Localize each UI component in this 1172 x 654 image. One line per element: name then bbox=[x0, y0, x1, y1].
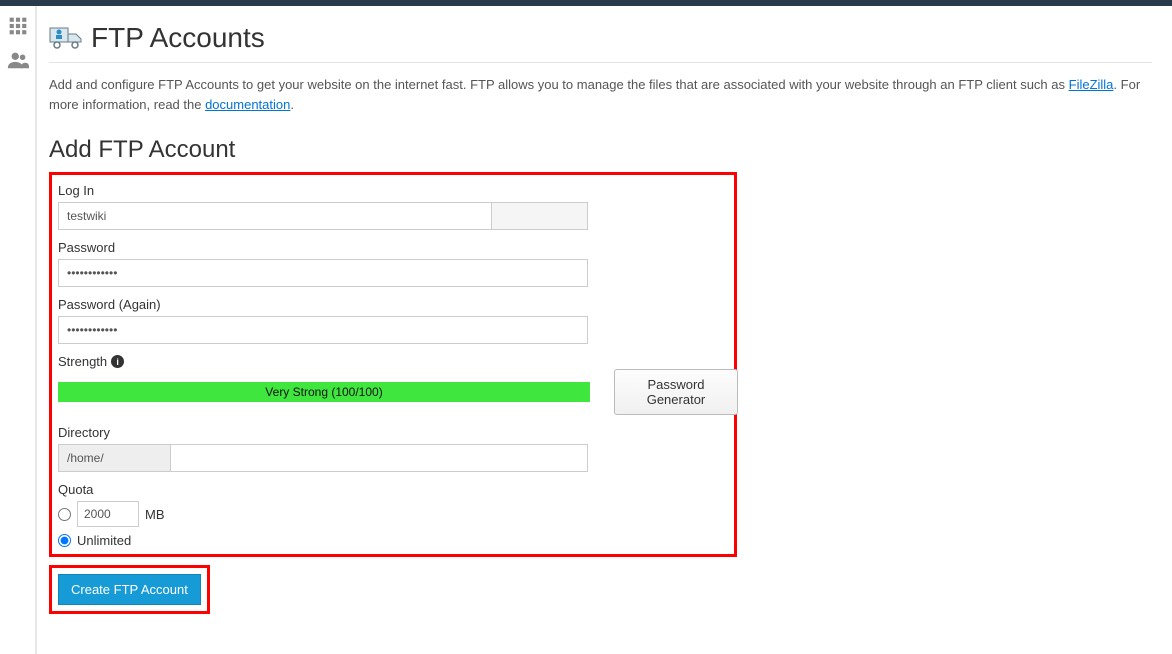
filezilla-link[interactable]: FileZilla bbox=[1069, 77, 1114, 92]
login-label: Log In bbox=[58, 183, 728, 198]
password-input[interactable] bbox=[58, 259, 588, 287]
login-field: Log In bbox=[58, 183, 728, 230]
quota-value-input[interactable] bbox=[77, 501, 139, 527]
strength-field: Strength i Very Strong (100/100) Passwor… bbox=[58, 354, 728, 415]
page-title-row: FTP Accounts bbox=[49, 22, 1152, 63]
ftp-truck-icon bbox=[49, 24, 83, 53]
strength-bar: Very Strong (100/100) bbox=[58, 382, 590, 402]
login-domain-addon bbox=[492, 202, 588, 230]
quota-unlimited-radio[interactable] bbox=[58, 534, 71, 547]
create-ftp-account-button[interactable]: Create FTP Account bbox=[58, 574, 201, 605]
strength-label: Strength bbox=[58, 354, 107, 369]
directory-field: Directory /home/ bbox=[58, 425, 728, 472]
password-again-label: Password (Again) bbox=[58, 297, 728, 312]
users-icon[interactable] bbox=[7, 51, 29, 72]
section-heading: Add FTP Account bbox=[49, 136, 1152, 164]
main-content: FTP Accounts Add and configure FTP Accou… bbox=[37, 6, 1172, 654]
page-title: FTP Accounts bbox=[91, 22, 265, 54]
apps-grid-icon[interactable] bbox=[8, 16, 28, 39]
password-generator-button[interactable]: Password Generator bbox=[614, 369, 738, 415]
password-again-field: Password (Again) bbox=[58, 297, 728, 344]
quota-unit: MB bbox=[145, 507, 165, 522]
password-again-input[interactable] bbox=[58, 316, 588, 344]
directory-input[interactable] bbox=[170, 444, 588, 472]
desc-text: Add and configure FTP Accounts to get yo… bbox=[49, 77, 1069, 92]
directory-label: Directory bbox=[58, 425, 728, 440]
directory-prefix: /home/ bbox=[58, 444, 170, 472]
page-description: Add and configure FTP Accounts to get yo… bbox=[49, 75, 1152, 114]
password-field: Password bbox=[58, 240, 728, 287]
documentation-link[interactable]: documentation bbox=[205, 97, 290, 112]
info-icon[interactable]: i bbox=[111, 355, 124, 368]
quota-field: Quota MB Unlimited bbox=[58, 482, 728, 548]
desc-text: . bbox=[290, 97, 294, 112]
quota-unlimited-label: Unlimited bbox=[77, 533, 131, 548]
create-button-highlight: Create FTP Account bbox=[49, 565, 210, 614]
form-highlight-box: Log In Password Password (Again) bbox=[49, 172, 737, 557]
password-label: Password bbox=[58, 240, 728, 255]
sidebar bbox=[0, 6, 35, 654]
quota-label: Quota bbox=[58, 482, 728, 497]
quota-limited-radio[interactable] bbox=[58, 508, 71, 521]
login-input[interactable] bbox=[58, 202, 492, 230]
